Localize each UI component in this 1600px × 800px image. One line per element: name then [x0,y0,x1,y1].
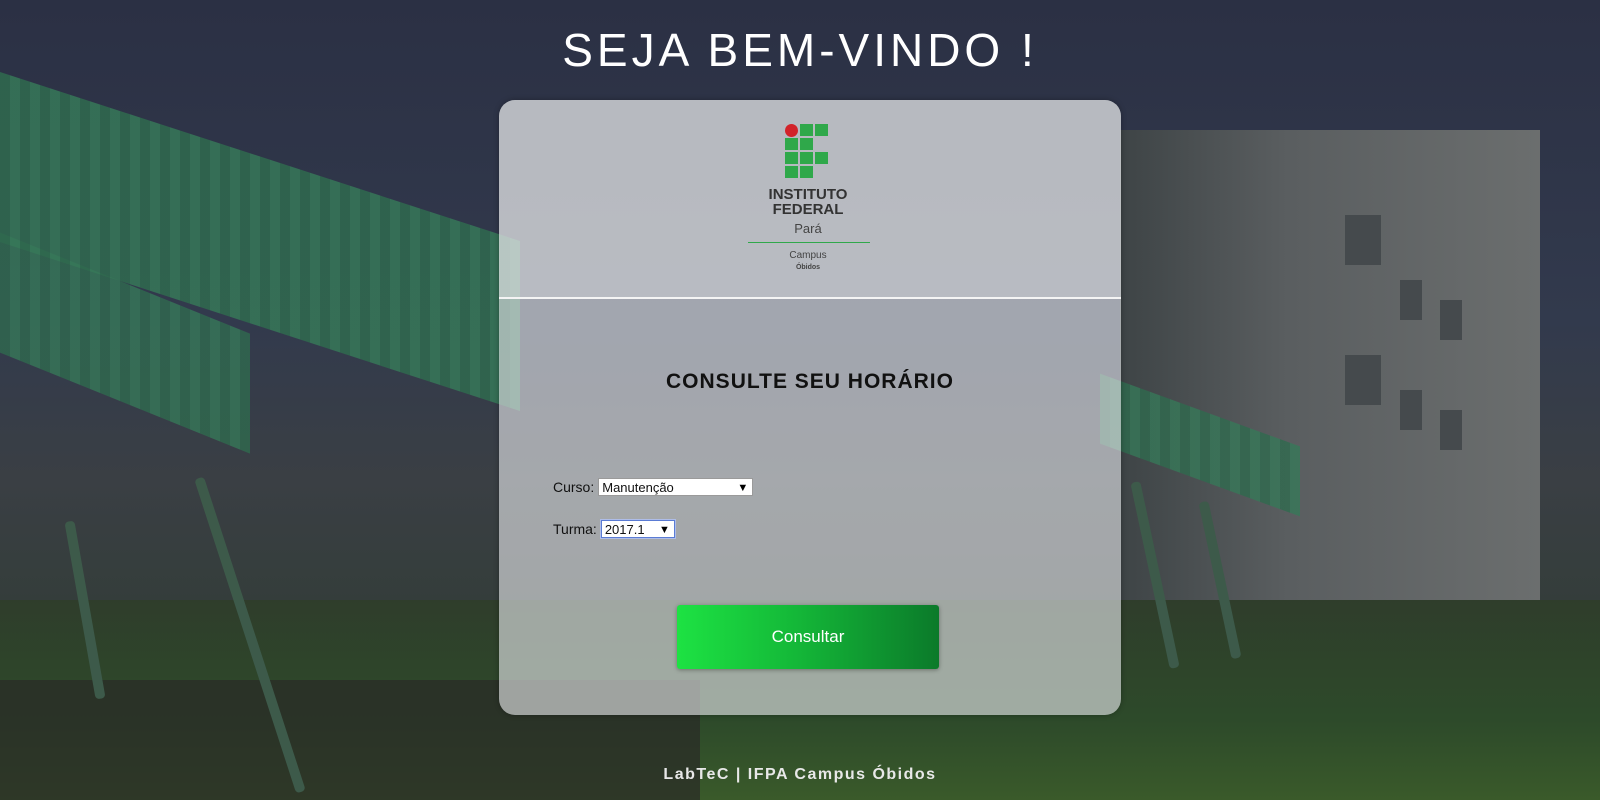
logo-mark-icon [785,124,831,180]
card-divider [499,297,1121,299]
course-field: Curso: Manutenção ▼ [553,478,754,496]
background-window [1345,215,1381,265]
class-field: Turma: 2017.1 ▼ [553,520,675,538]
logo-campus-name: Óbidos [795,264,821,271]
class-select[interactable]: 2017.1 ▼ [600,520,675,538]
institution-logo: INSTITUTO FEDERAL Pará Campus Óbidos [748,122,870,282]
logo-name-line1: INSTITUTO [768,186,848,203]
logo-rule [748,242,870,243]
dropdown-arrow-icon: ▼ [658,524,670,536]
background-window [1440,300,1462,340]
course-label: Curso: [553,479,595,495]
course-select[interactable]: Manutenção ▼ [598,478,754,496]
class-label: Turma: [553,521,597,537]
course-select-value: Manutenção [602,480,674,495]
background-window [1440,410,1462,450]
background-window [1400,390,1422,430]
class-select-value: 2017.1 [604,522,645,537]
form-title: CONSULTE SEU HORÁRIO [666,370,954,393]
logo-institution-name: INSTITUTO FEDERAL [748,187,868,217]
logo-name-line2: FEDERAL [772,201,844,218]
background-window [1400,280,1422,320]
background-building [1120,130,1540,610]
consult-button[interactable]: Consultar [677,605,939,669]
footer-credit: LabTeC | IFPA Campus Óbidos [663,766,937,783]
welcome-title: SEJA BEM-VINDO ! [562,23,1038,76]
background-window [1345,355,1381,405]
page: SEJA BEM-VINDO ! INSTITUTO FEDERAL Pará … [0,0,1600,800]
logo-campus-label: Campus [789,250,827,261]
logo-red-dot [785,124,798,137]
dropdown-arrow-icon: ▼ [737,482,749,494]
logo-state: Pará [794,221,822,236]
